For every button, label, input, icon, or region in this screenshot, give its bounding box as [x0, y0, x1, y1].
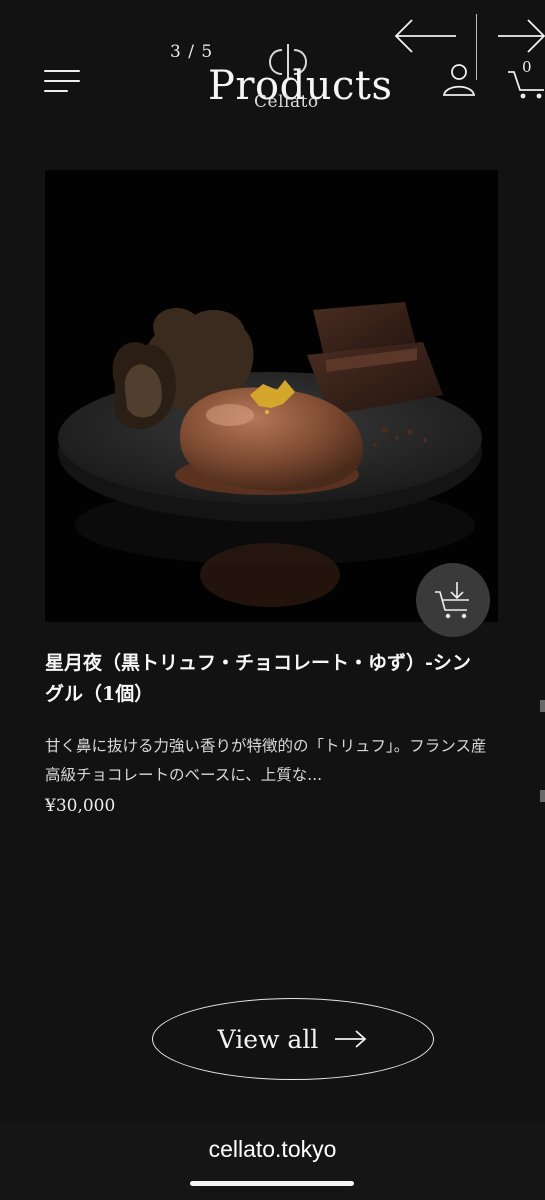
arrow-right-icon — [335, 1030, 367, 1048]
product-description: 甘く鼻に抜ける力強い香りが特徴的の「トリュフ」。フランス産高級チョコレートのベー… — [45, 737, 487, 784]
view-all-label: View all — [217, 1024, 319, 1054]
next-product-peek[interactable] — [539, 700, 545, 820]
menu-button[interactable] — [44, 68, 84, 96]
view-all-button[interactable]: View all — [152, 998, 434, 1080]
product-photo-illustration — [45, 170, 498, 622]
cart-count: 0 — [522, 58, 532, 76]
logo-text: Cellato — [254, 92, 319, 112]
product-name[interactable]: 星月夜（黒トリュフ・チョコレート・ゆず）-シングル（1個） — [45, 648, 485, 710]
product-price: ¥30,000 — [45, 796, 116, 816]
hamburger-menu-icon — [44, 70, 80, 72]
arrow-right-icon[interactable] — [496, 16, 545, 56]
arrow-left-icon[interactable] — [392, 16, 458, 56]
cart-download-icon — [435, 582, 469, 619]
product-image[interactable] — [45, 170, 498, 622]
user-icon[interactable] — [440, 60, 478, 98]
slide-counter: 3 / 5 — [170, 42, 214, 62]
add-to-cart-button[interactable] — [416, 563, 490, 637]
browser-url[interactable]: cellato.tokyo — [0, 1136, 545, 1163]
home-indicator[interactable] — [190, 1181, 354, 1186]
